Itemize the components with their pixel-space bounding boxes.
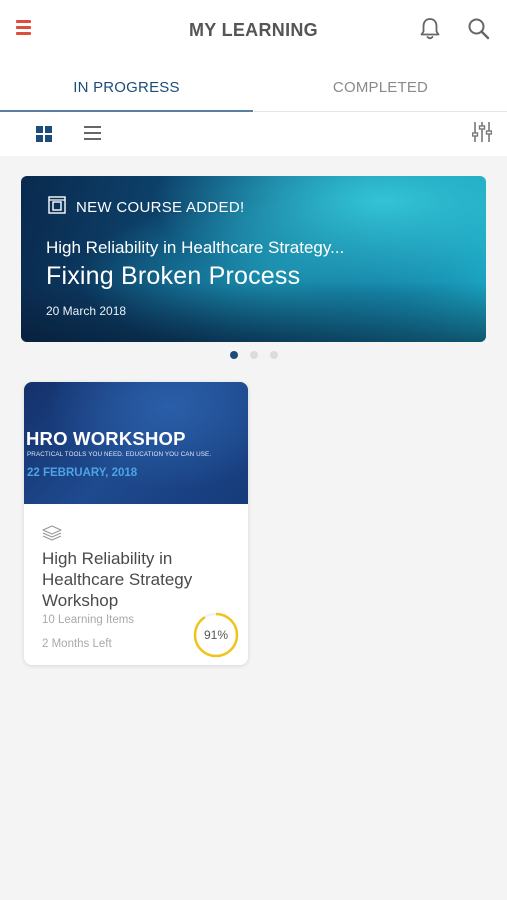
carousel-dot[interactable] — [230, 351, 238, 359]
featured-course-banner[interactable]: NEW COURSE ADDED! High Reliability in He… — [21, 176, 486, 342]
course-item-count: 10 Learning Items — [42, 614, 135, 626]
thumbnail-date: 22 FEBRUARY, 2018 — [27, 467, 138, 479]
new-course-flag: NEW COURSE ADDED! — [48, 196, 244, 219]
grid-view-icon[interactable] — [36, 126, 53, 143]
tab-bar: IN PROGRESS COMPLETED — [0, 60, 507, 112]
view-toolbar — [0, 112, 507, 156]
search-icon[interactable] — [466, 16, 492, 42]
tab-in-progress[interactable]: IN PROGRESS — [0, 60, 253, 112]
filter-sliders-icon[interactable] — [471, 120, 493, 149]
carousel-dot[interactable] — [270, 351, 278, 359]
banner-date: 20 March 2018 — [46, 304, 127, 318]
banner-subtitle: High Reliability in Healthcare Strategy.… — [46, 238, 345, 257]
thumbnail-tagline: PRACTICAL TOOLS YOU NEED. EDUCATION YOU … — [27, 451, 212, 458]
list-view-icon[interactable] — [84, 126, 101, 141]
bell-icon[interactable] — [418, 16, 442, 42]
banner-flag-text: NEW COURSE ADDED! — [76, 199, 245, 216]
tab-completed[interactable]: COMPLETED — [254, 60, 507, 112]
progress-percent: 91% — [203, 628, 229, 642]
carousel-dot[interactable] — [250, 351, 258, 359]
banner-title: Fixing Broken Process — [46, 262, 301, 290]
app-header: MY LEARNING — [0, 0, 507, 60]
course-thumbnail: HRO WORKSHOP PRACTICAL TOOLS YOU NEED. E… — [24, 382, 248, 504]
course-title: High Reliability in Healthcare Strategy … — [42, 549, 193, 610]
course-badge-icon — [48, 196, 66, 219]
carousel-indicator — [0, 351, 507, 361]
featured-carousel: NEW COURSE ADDED! High Reliability in He… — [0, 156, 507, 344]
course-card[interactable]: HRO WORKSHOP PRACTICAL TOOLS YOU NEED. E… — [24, 382, 248, 665]
course-time-left: 2 Months Left — [42, 638, 112, 650]
layers-icon — [42, 525, 62, 546]
thumbnail-title: HRO WORKSHOP — [26, 428, 186, 449]
